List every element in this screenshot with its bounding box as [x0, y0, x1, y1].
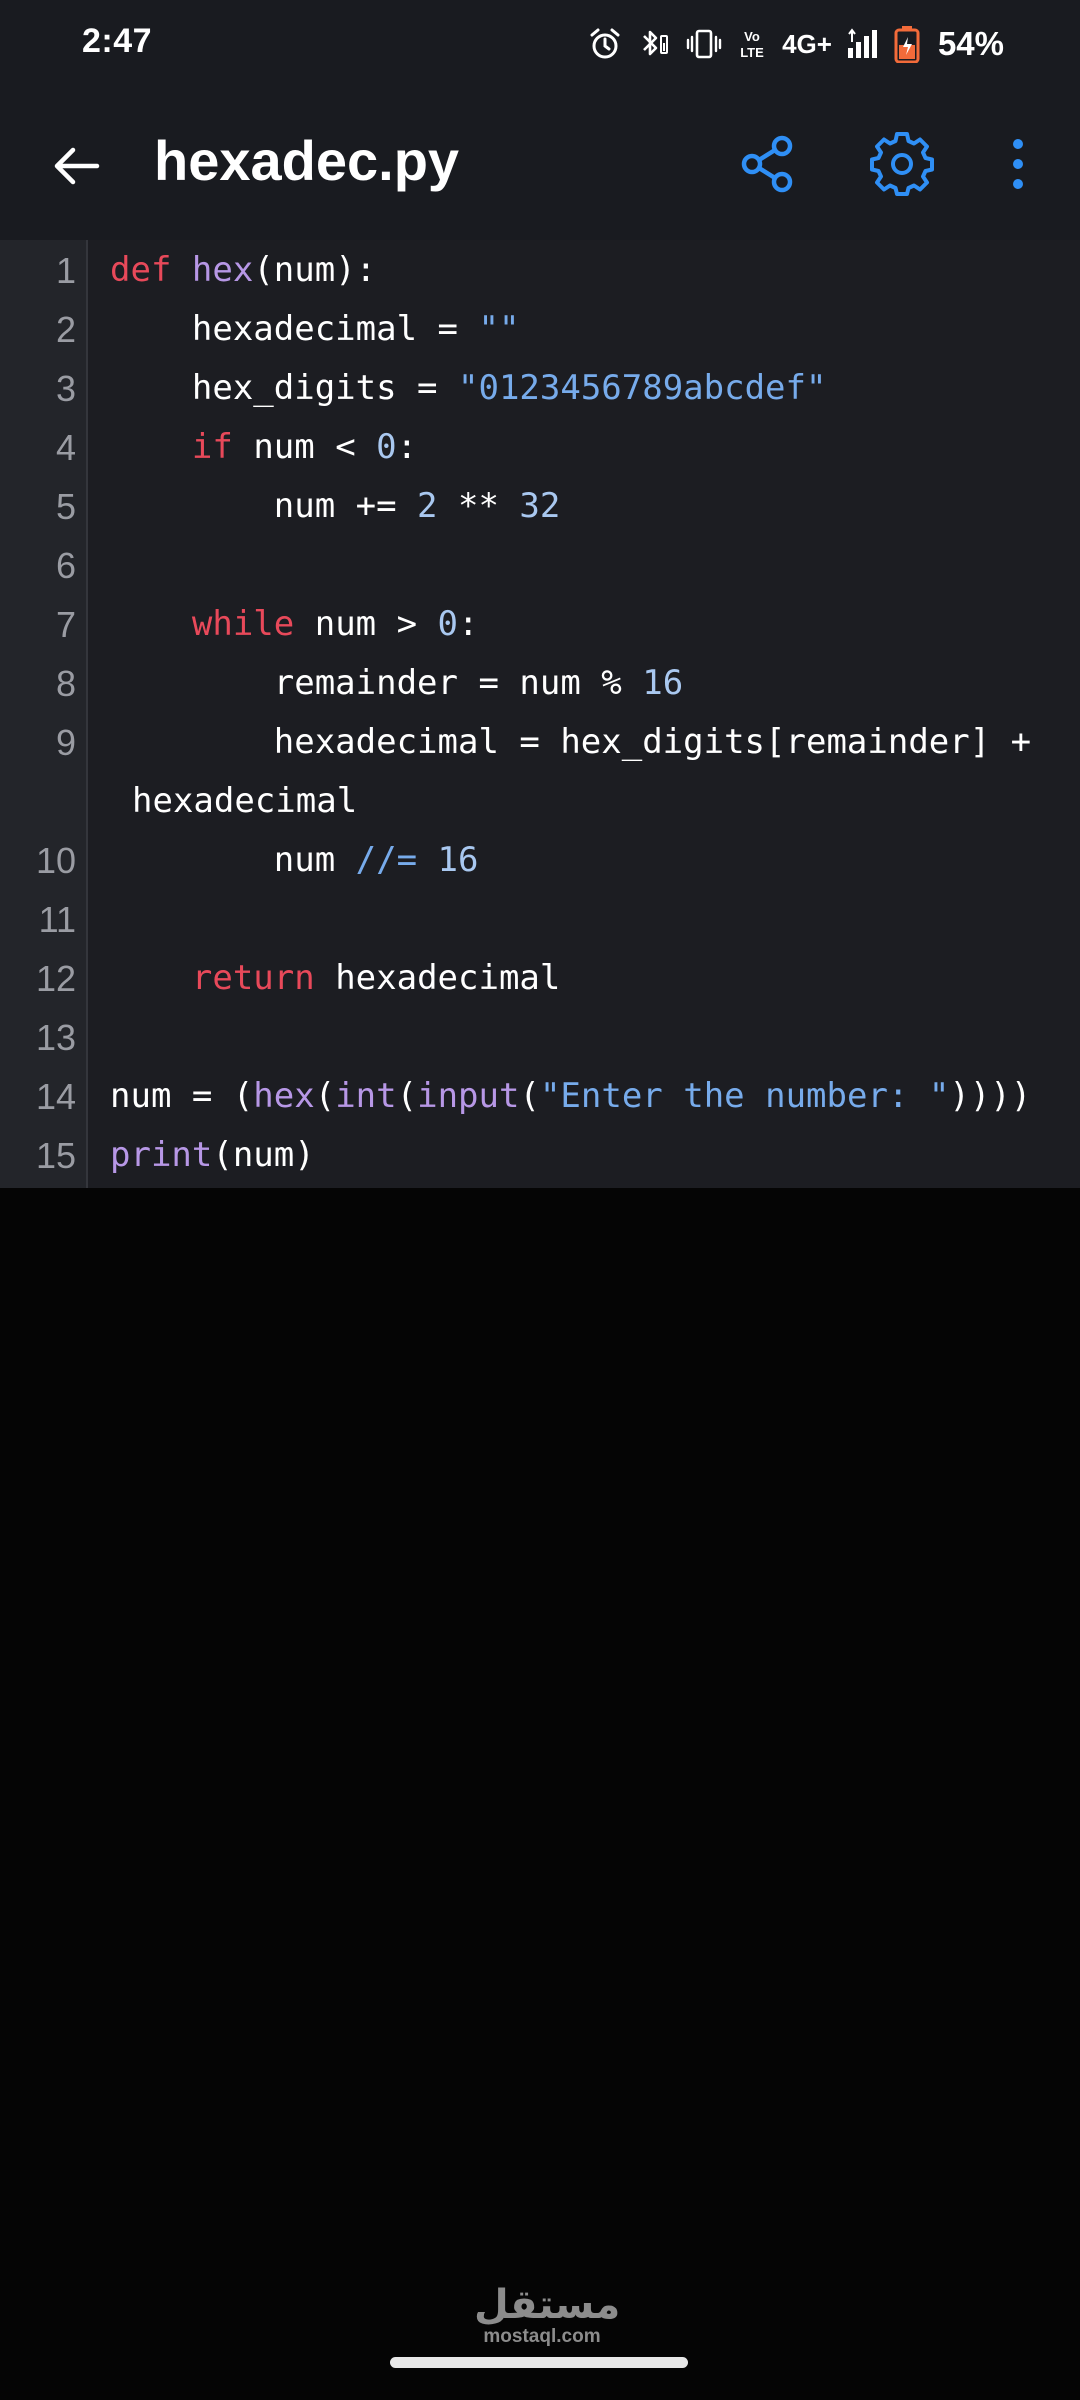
code-text: hexadecimal = ""	[110, 309, 520, 349]
bluetooth-icon	[636, 26, 672, 62]
signal-icon	[846, 28, 880, 60]
code-line: 6	[0, 537, 1080, 596]
battery-percent: 54%	[937, 25, 1004, 62]
line-number: 15	[35, 1135, 76, 1176]
line-number: 12	[35, 958, 76, 999]
code-line: 7 while num > 0:	[0, 596, 1080, 655]
code-line-continuation: hexadecimal	[0, 773, 1080, 832]
screen: 2:47 Vo LTE 4G+ 54% hexadec.py 1 def hex…	[0, 0, 1080, 2400]
line-number: 2	[55, 309, 76, 350]
line-number: 5	[55, 486, 76, 527]
alarm-icon	[588, 27, 622, 61]
line-number: 1	[55, 250, 76, 291]
code-text: hexadecimal	[132, 781, 358, 821]
network-type-label: 4G+	[782, 28, 832, 59]
code-text: num //= 16	[110, 840, 479, 880]
home-indicator[interactable]	[390, 2357, 688, 2368]
code-line: 9 hexadecimal = hex_digits[remainder] +	[0, 714, 1080, 773]
share-icon	[738, 134, 798, 199]
watermark: مستقل mostaql.com	[474, 2283, 621, 2348]
back-button[interactable]	[40, 132, 112, 204]
code-editor[interactable]: 1 def hex(num): 2 hexadecimal = "" 3 hex_di…	[0, 240, 1080, 1188]
settings-button[interactable]	[862, 126, 942, 206]
arrow-left-icon	[51, 146, 101, 191]
svg-text:LTE: LTE	[740, 45, 764, 60]
code-line: 15 print(num)	[0, 1127, 1080, 1186]
code-line: 5 num += 2 ** 32	[0, 478, 1080, 537]
gear-icon	[870, 131, 934, 201]
code-line: 12 return hexadecimal	[0, 950, 1080, 1009]
more-vertical-icon	[1008, 134, 1028, 199]
code-line: 10 num //= 16	[0, 832, 1080, 891]
watermark-url: mostaql.com	[483, 2326, 601, 2347]
code-text: remainder = num % 16	[110, 663, 684, 703]
line-number: 8	[55, 663, 76, 704]
line-number: 13	[35, 1017, 76, 1058]
code-line: 3 hex_digits = "0123456789abcdef"	[0, 360, 1080, 419]
line-number: 6	[55, 545, 76, 586]
code-text: print(num)	[110, 1135, 315, 1175]
status-bar: 2:47 Vo LTE 4G+ 54%	[0, 0, 1080, 88]
line-number: 14	[35, 1076, 76, 1117]
code-text: return hexadecimal	[191, 958, 561, 998]
code-line: 8 remainder = num % 16	[0, 655, 1080, 714]
code-text: if num < 0:	[191, 427, 418, 467]
code-text: hex_digits = "0123456789abcdef"	[110, 368, 827, 408]
vibrate-icon	[686, 27, 722, 61]
code-line: 13	[0, 1009, 1080, 1068]
code-line: 2 hexadecimal = ""	[0, 301, 1080, 360]
code-text: hexadecimal = hex_digits[remainder] +	[110, 722, 1032, 762]
line-number: 9	[55, 722, 76, 763]
code-line: 1 def hex(num):	[0, 242, 1080, 301]
code-line: 11	[0, 891, 1080, 950]
status-icons: Vo LTE 4G+ 54%	[588, 20, 1004, 68]
file-title: hexadec.py	[154, 129, 460, 192]
more-options-button[interactable]	[978, 126, 1058, 206]
battery-icon	[894, 25, 920, 63]
line-number: 11	[38, 899, 76, 940]
code-text: num += 2 ** 32	[110, 486, 561, 526]
volte-icon: Vo LTE	[736, 26, 768, 62]
code-line: 14 num = (hex(int(input("Enter the number…	[0, 1068, 1080, 1127]
app-bar: hexadec.py	[0, 88, 1080, 240]
svg-text:Vo: Vo	[744, 29, 760, 44]
code-text: def hex(num):	[110, 250, 377, 290]
line-number: 7	[55, 604, 76, 645]
watermark-logo: مستقل	[474, 2283, 621, 2327]
line-number: 3	[55, 368, 76, 409]
share-button[interactable]	[728, 126, 808, 206]
code-text: while num > 0:	[191, 604, 479, 644]
line-number: 4	[55, 427, 76, 468]
line-number: 10	[35, 840, 76, 881]
status-time: 2:47	[82, 22, 153, 60]
code-text: num = (hex(int(input("Enter the number: …	[110, 1076, 1032, 1116]
code-line: 4 if num < 0:	[0, 419, 1080, 478]
